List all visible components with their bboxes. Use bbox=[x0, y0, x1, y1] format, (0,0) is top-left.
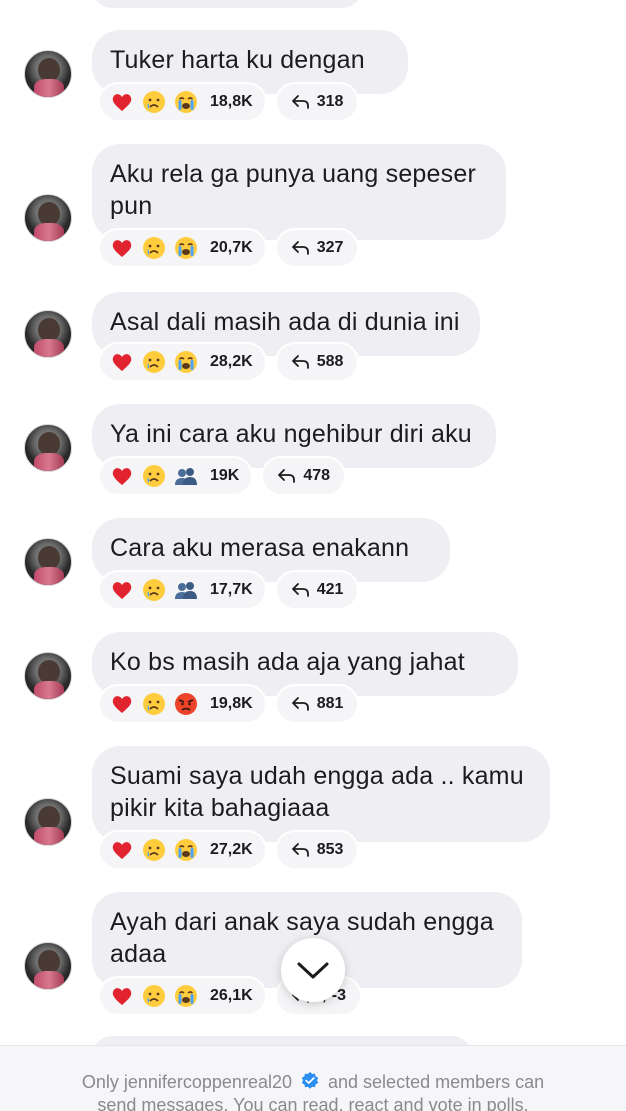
channel-message-list[interactable]: Tuker harta ku dengan dali 18,8K 318 Aku… bbox=[0, 0, 626, 1045]
avatar[interactable] bbox=[24, 942, 72, 990]
message-bubble-partial bbox=[92, 0, 362, 8]
reaction-pill[interactable]: 27,2K bbox=[98, 830, 267, 870]
reaction-bar: 17,7K 421 bbox=[98, 570, 360, 610]
channel-permissions-notice: Only jennifercoppenreal20 and selected m… bbox=[0, 1045, 626, 1111]
reply-count: 588 bbox=[316, 353, 344, 370]
reaction-pill[interactable]: 19,8K bbox=[98, 684, 267, 724]
reaction-pill[interactable]: 20,7K bbox=[98, 228, 267, 268]
sobbing-face-emoji-icon bbox=[174, 350, 198, 374]
reply-arrow-icon bbox=[278, 469, 296, 483]
reaction-bar: 19,8K 881 bbox=[98, 684, 360, 724]
heart-emoji-icon bbox=[110, 464, 134, 488]
message-text: Asal dali masih ada di dunia ini bbox=[110, 308, 460, 336]
reaction-bar: 27,2K 853 bbox=[98, 830, 360, 870]
avatar[interactable] bbox=[24, 538, 72, 586]
reaction-pill[interactable]: 18,8K bbox=[98, 82, 267, 122]
message-text: Aku rela ga punya uang sepeser pun bbox=[110, 160, 476, 220]
reply-arrow-icon bbox=[291, 843, 309, 857]
message-text: Ya ini cara aku ngehibur diri aku bbox=[110, 420, 472, 448]
reply-count: 853 bbox=[316, 841, 344, 858]
avatar[interactable] bbox=[24, 652, 72, 700]
message-text: Suami saya udah engga ada .. kamu pikir … bbox=[110, 762, 524, 822]
heart-emoji-icon bbox=[110, 692, 134, 716]
busts-in-silhouette-emoji-icon bbox=[174, 464, 198, 488]
reply-button[interactable]: 478 bbox=[261, 456, 347, 496]
reaction-count: 18,8K bbox=[210, 93, 253, 110]
sobbing-face-emoji-icon bbox=[174, 984, 198, 1008]
sobbing-face-emoji-icon bbox=[174, 236, 198, 260]
reaction-count: 26,1K bbox=[210, 987, 253, 1004]
reply-button[interactable]: 853 bbox=[274, 830, 360, 870]
reply-arrow-icon bbox=[291, 583, 309, 597]
avatar[interactable] bbox=[24, 798, 72, 846]
avatar[interactable] bbox=[24, 424, 72, 472]
heart-emoji-icon bbox=[110, 838, 134, 862]
reply-button[interactable]: 881 bbox=[274, 684, 360, 724]
crying-face-emoji-icon bbox=[142, 984, 166, 1008]
reply-count: 327 bbox=[316, 239, 344, 256]
angry-face-emoji-icon bbox=[174, 692, 198, 716]
reply-count: 881 bbox=[316, 695, 344, 712]
reaction-count: 17,7K bbox=[210, 581, 253, 598]
scroll-to-bottom-button[interactable] bbox=[281, 938, 345, 1002]
reply-button[interactable]: 588 bbox=[274, 342, 360, 382]
avatar[interactable] bbox=[24, 194, 72, 242]
reaction-pill[interactable]: 26,1K bbox=[98, 976, 267, 1016]
reply-button[interactable]: 318 bbox=[274, 82, 360, 122]
reaction-count: 19,8K bbox=[210, 695, 253, 712]
reaction-bar: 20,7K 327 bbox=[98, 228, 360, 268]
reply-button[interactable]: 421 bbox=[274, 570, 360, 610]
heart-emoji-icon bbox=[110, 236, 134, 260]
reaction-pill[interactable]: 28,2K bbox=[98, 342, 267, 382]
avatar[interactable] bbox=[24, 310, 72, 358]
reaction-count: 19K bbox=[210, 467, 240, 484]
avatar[interactable] bbox=[24, 50, 72, 98]
crying-face-emoji-icon bbox=[142, 90, 166, 114]
notice-prefix: Only jennifercoppenreal20 bbox=[81, 1072, 292, 1092]
heart-emoji-icon bbox=[110, 578, 134, 602]
crying-face-emoji-icon bbox=[142, 236, 166, 260]
reaction-pill[interactable]: 17,7K bbox=[98, 570, 267, 610]
crying-face-emoji-icon bbox=[142, 578, 166, 602]
sobbing-face-emoji-icon bbox=[174, 838, 198, 862]
heart-emoji-icon bbox=[110, 90, 134, 114]
reply-count: 478 bbox=[303, 467, 331, 484]
crying-face-emoji-icon bbox=[142, 692, 166, 716]
reply-arrow-icon bbox=[291, 95, 309, 109]
crying-face-emoji-icon bbox=[142, 838, 166, 862]
reply-arrow-icon bbox=[291, 241, 309, 255]
reaction-bar: 19K 478 bbox=[98, 456, 347, 496]
reply-count: 421 bbox=[316, 581, 344, 598]
notice-suffix: and selected members can bbox=[328, 1072, 545, 1092]
reaction-count: 27,2K bbox=[210, 841, 253, 858]
message-bubble[interactable]: Suami saya udah engga ada .. kamu pikir … bbox=[92, 746, 550, 842]
reply-button[interactable]: 327 bbox=[274, 228, 360, 268]
notice-line-2: send messages. You can read, react and v… bbox=[97, 1095, 529, 1111]
reaction-count: 20,7K bbox=[210, 239, 253, 256]
reaction-count: 28,2K bbox=[210, 353, 253, 370]
busts-in-silhouette-emoji-icon bbox=[174, 578, 198, 602]
crying-face-emoji-icon bbox=[142, 464, 166, 488]
reply-arrow-icon bbox=[291, 697, 309, 711]
chevron-down-icon bbox=[297, 962, 329, 979]
reply-arrow-icon bbox=[291, 355, 309, 369]
reaction-bar: 18,8K 318 bbox=[98, 82, 360, 122]
message-bubble-partial bbox=[92, 1036, 472, 1045]
sobbing-face-emoji-icon bbox=[174, 90, 198, 114]
crying-face-emoji-icon bbox=[142, 350, 166, 374]
reaction-pill[interactable]: 19K bbox=[98, 456, 254, 496]
heart-emoji-icon bbox=[110, 350, 134, 374]
reaction-bar: 28,2K 588 bbox=[98, 342, 360, 382]
heart-emoji-icon bbox=[110, 984, 134, 1008]
notice-line-1: Only jennifercoppenreal20 and selected m… bbox=[0, 1071, 626, 1094]
reply-count: 318 bbox=[316, 93, 344, 110]
verified-badge-icon bbox=[301, 1072, 319, 1089]
message-bubble[interactable]: Aku rela ga punya uang sepeser pun bbox=[92, 144, 506, 240]
